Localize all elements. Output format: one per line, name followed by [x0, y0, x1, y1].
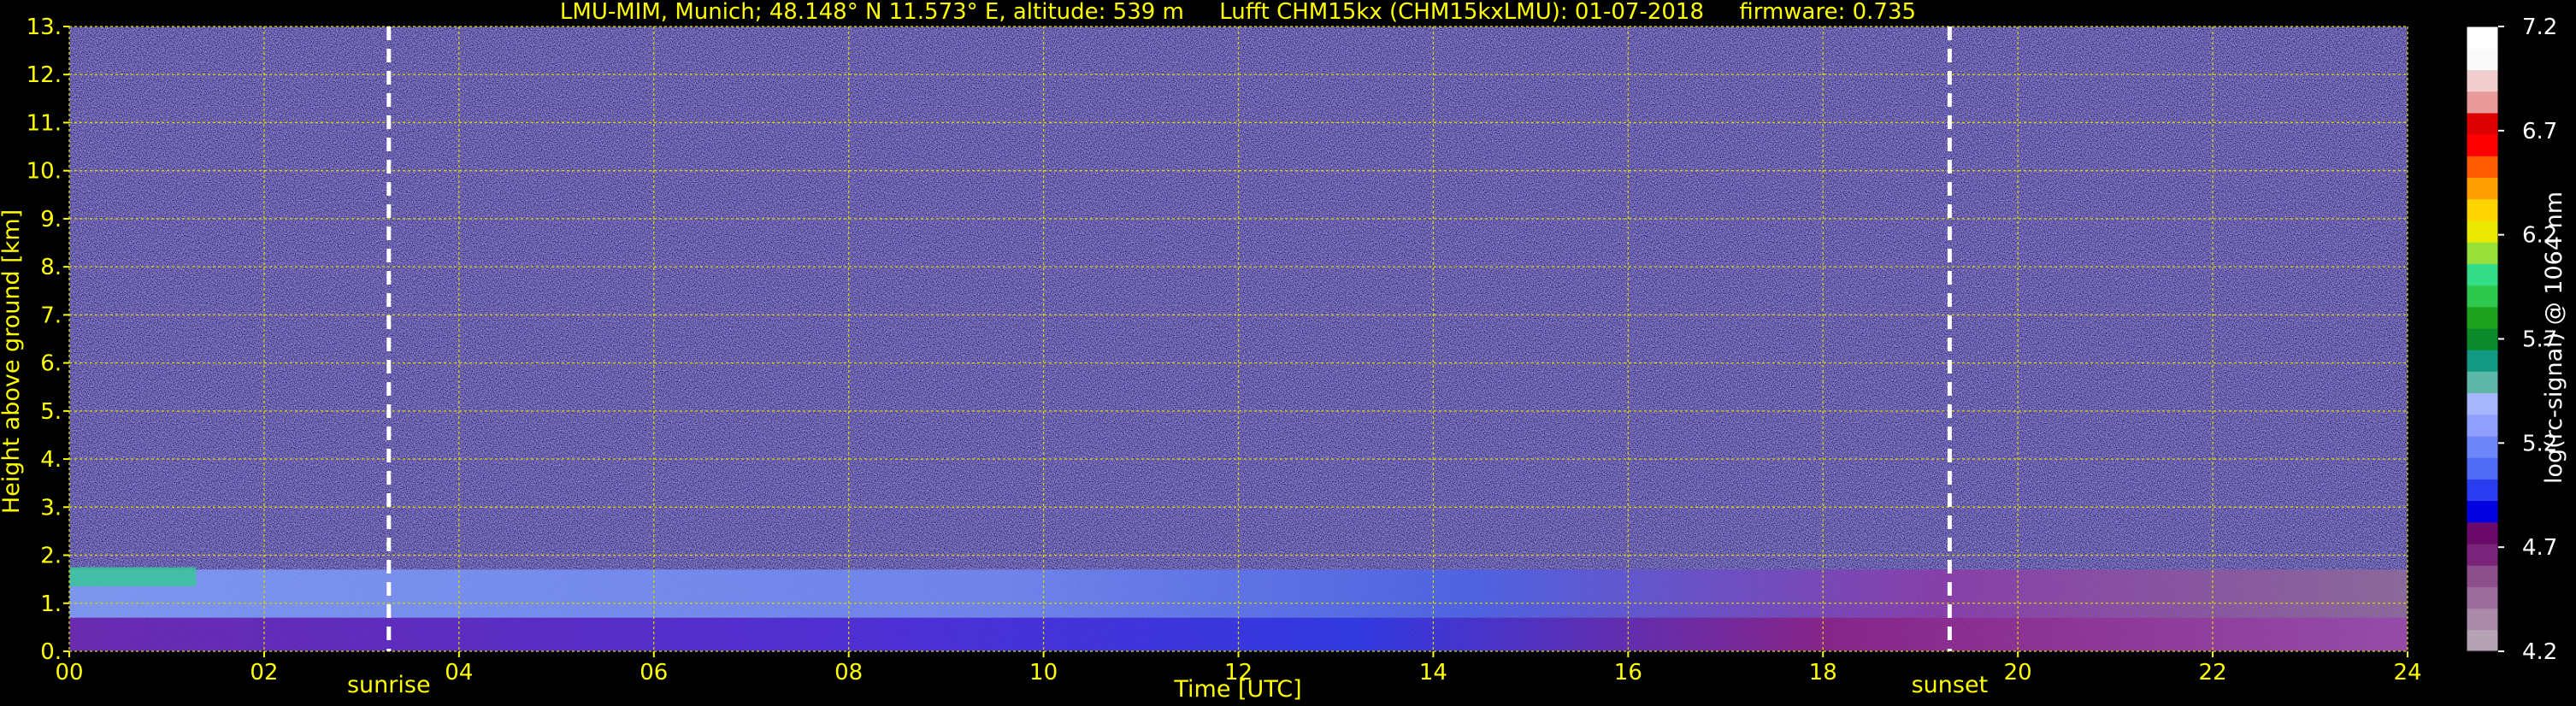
y-tick-label: 0.: [40, 639, 62, 665]
colorbar-segment: [2467, 414, 2498, 437]
colorbar-segment: [2467, 112, 2498, 135]
x-tick-label: 08: [834, 660, 863, 685]
colorbar-segment: [2467, 350, 2498, 372]
colorbar-segment: [2467, 371, 2498, 394]
y-tick-label: 5.: [40, 399, 62, 425]
colorbar-tick-label: 4.2: [2522, 639, 2557, 665]
y-tick-label: 1.: [40, 591, 62, 617]
colorbar-segment: [2467, 500, 2498, 523]
y-tick-label: 9.: [40, 207, 62, 232]
colorbar-segment: [2467, 242, 2498, 264]
y-tick-label: 8.: [40, 255, 62, 280]
y-tick-label: 4.: [40, 447, 62, 473]
x-tick-label: 16: [1614, 660, 1642, 685]
x-tick-label: 06: [640, 660, 668, 685]
x-tick-label: 22: [2199, 660, 2227, 685]
colorbar-segment: [2467, 629, 2498, 652]
colorbar-tick-label: 6.7: [2522, 119, 2557, 144]
chart-title: LMU-MIM, Munich; 48.148° N 11.573° E, al…: [560, 0, 1916, 25]
layer-patch-green: [69, 567, 197, 587]
colorbar-segment: [2467, 69, 2498, 92]
colorbar-segment: [2467, 543, 2498, 566]
y-tick-label: 2.: [40, 544, 62, 569]
y-tick-label: 3.: [40, 495, 62, 521]
x-tick-label: 10: [1029, 660, 1058, 685]
y-tick-label: 10.: [27, 159, 62, 185]
y-tick-label: 12.: [27, 62, 62, 88]
x-tick-label: 20: [2004, 660, 2032, 685]
colorbar-segment: [2467, 457, 2498, 479]
y-tick-label: 6.: [40, 351, 62, 377]
colorbar-label: log(rc-signal) @ 1064 nm: [2541, 191, 2567, 484]
colorbar-segment: [2467, 565, 2498, 587]
colorbar-segment: [2467, 306, 2498, 329]
colorbar-segment: [2467, 608, 2498, 631]
x-tick-label: 04: [445, 660, 473, 685]
colorbar-tick-label: 7.2: [2522, 15, 2557, 40]
y-axis-label: Height above ground [km]: [0, 209, 25, 514]
x-tick-label: 18: [1809, 660, 1837, 685]
x-tick-label: 24: [2393, 660, 2421, 685]
colorbar-segment: [2467, 479, 2498, 502]
colorbar-segment: [2467, 220, 2498, 243]
colorbar-segment: [2467, 156, 2498, 179]
colorbar-segment: [2467, 392, 2498, 415]
lidar-chart: sunrise sunset 00 02 04 06 08 10 12 14 16 18 20 22 24…: [0, 0, 2567, 703]
y-tick-label: 13.: [27, 15, 62, 40]
marker-label-sunrise: sunrise: [347, 672, 431, 698]
y-tick-label: 11.: [27, 110, 62, 136]
marker-label-sunset: sunset: [1912, 672, 1989, 698]
colorbar-segment: [2467, 177, 2498, 200]
colorbar-segment: [2467, 285, 2498, 308]
x-tick-label: 02: [250, 660, 278, 685]
colorbar-segment: [2467, 26, 2498, 49]
x-tick-label: 14: [1419, 660, 1447, 685]
colorbar-segment: [2467, 327, 2498, 350]
y-tick-label: 7.: [40, 303, 62, 328]
colorbar-segment: [2467, 91, 2498, 114]
colorbar-segment: [2467, 198, 2498, 221]
colorbar-segment: [2467, 48, 2498, 71]
colorbar-segment: [2467, 263, 2498, 286]
colorbar-segment: [2467, 134, 2498, 156]
x-axis-label: Time [UTC]: [1173, 676, 1301, 703]
colorbar-segment: [2467, 586, 2498, 609]
colorbar-tick-label: 4.7: [2522, 535, 2557, 561]
colorbar-segment: [2467, 521, 2498, 544]
colorbar-segment: [2467, 435, 2498, 458]
